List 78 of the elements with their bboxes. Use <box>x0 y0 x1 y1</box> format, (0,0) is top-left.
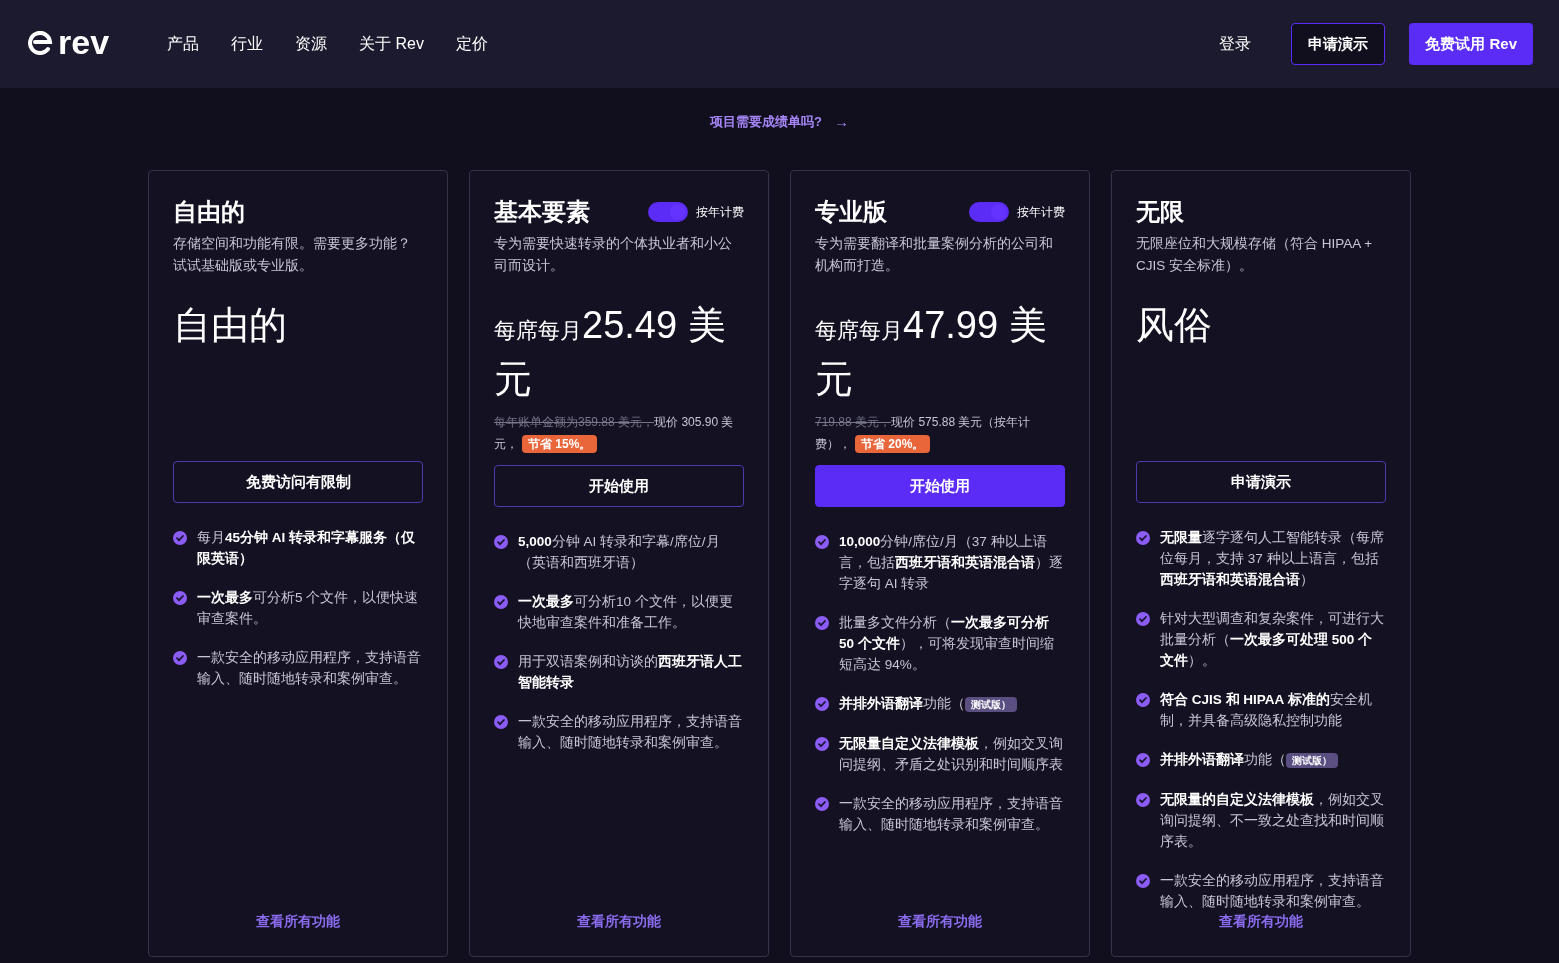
plan-button[interactable]: 申请演示 <box>1136 461 1386 503</box>
check-icon <box>1136 753 1150 767</box>
demo-button[interactable]: 申请演示 <box>1291 23 1386 65</box>
savings-tag: 节省 20%。 <box>855 435 931 453</box>
plan-name: 无限 <box>1136 197 1184 227</box>
check-icon <box>815 797 829 811</box>
check-icon <box>173 651 187 665</box>
feature-text: 一款安全的移动应用程序，支持语音输入、随时随地转录和案例审查。 <box>839 795 1064 834</box>
feature-text: 并排外语翻译功能（ 测试版） <box>839 693 1017 715</box>
nav-link[interactable]: 行业 <box>231 32 264 56</box>
feature-text: 无限量逐字逐句人工智能转录（每席位每月，支持 37 种以上语言，包括西班牙语和英语混合语） <box>1160 529 1385 589</box>
plan-price: 自由的 <box>173 303 288 348</box>
plan-button[interactable]: 开始使用 <box>494 465 744 507</box>
logo-icon <box>26 31 54 57</box>
feature-text: 一款安全的移动应用程序，支持语音输入、随时随地转录和案例审查。 <box>518 713 743 752</box>
plan-name: 专业版 <box>815 197 887 227</box>
see-features-link[interactable]: 查看所有功能 <box>577 912 661 933</box>
check-icon <box>494 655 508 669</box>
feature-text: 并排外语翻译功能（ 测试版） <box>1160 749 1338 771</box>
plan-name: 基本要素 <box>494 197 590 227</box>
check-icon <box>815 535 829 549</box>
plan-price: 风俗 <box>1136 303 1213 348</box>
nav-link[interactable]: 关于 Rev <box>359 32 424 56</box>
feature-text: 每月45分钟 AI 转录和字幕服务（仅限英语） <box>197 529 417 568</box>
check-icon <box>1136 793 1150 807</box>
plan-description: 专为需要翻译和批量案例分析的公司和机构而打造。 <box>815 235 1054 275</box>
see-features-link[interactable]: 查看所有功能 <box>1219 912 1303 933</box>
trial-button[interactable]: 免费试用 Rev <box>1409 23 1533 65</box>
price-note: 每年账单金额为359.88 美元，现价 305.90 美元， 节省 15%。 <box>494 414 735 455</box>
feature-text: 一款安全的移动应用程序，支持语音输入、随时随地转录和案例审查。 <box>1160 872 1385 911</box>
nav-link[interactable]: 产品 <box>167 32 200 56</box>
feature-text: 10,000分钟/席位/月（37 种以上语言，包括西班牙语和英语混合语）逐字逐句 AI 转录 <box>839 533 1064 593</box>
beta-tag: 测试版） <box>965 697 1017 712</box>
feature-text: 无限量的自定义法律模板，例如交叉询问提纲、不一致之处查找和时间顺序表。 <box>1160 791 1385 851</box>
see-features-link[interactable]: 查看所有功能 <box>898 912 982 933</box>
feature-text: 一次最多可分析5 个文件，以便快速审查案件。 <box>197 589 420 628</box>
check-icon <box>815 616 829 630</box>
toggle-label: 按年计费 <box>1017 204 1065 221</box>
feature-text: 5,000分钟 AI 转录和字幕/席位/月（英语和西班牙语） <box>518 533 721 572</box>
nav-link[interactable]: 定价 <box>455 32 488 56</box>
check-icon <box>1136 531 1150 545</box>
check-icon <box>1136 874 1150 888</box>
login-link[interactable]: 登录 <box>1219 32 1252 56</box>
check-icon <box>494 535 508 549</box>
check-icon <box>815 697 829 711</box>
arrow-icon: → <box>833 110 849 134</box>
feature-text: 无限量自定义法律模板，例如交叉询问提纲、矛盾之处识别和时间顺序表 <box>839 735 1064 774</box>
savings-tag: 节省 15%。 <box>522 435 598 453</box>
check-icon <box>494 595 508 609</box>
plan-button[interactable]: 开始使用 <box>815 465 1065 507</box>
plan-price: 每席每月 47.99 美元 <box>815 303 1048 402</box>
plan-button[interactable]: 免费访问有限制 <box>173 461 423 503</box>
price-note: 719.88 美元，现价 575.88 美元（按年计费）， 节省 20%。 <box>815 414 1032 455</box>
feature-text: 符合 CJIS 和 HIPAA 标准的安全机制，并具备高级隐私控制功能 <box>1160 691 1373 730</box>
plan-description: 无限座位和大规模存储（符合 HIPAA + CJIS 安全标准）。 <box>1136 235 1374 275</box>
check-icon <box>173 531 187 545</box>
feature-text: 针对大型调查和复杂案件，可进行大批量分析（一次最多可处理 500 个文件）。 <box>1160 610 1385 670</box>
nav-link[interactable]: 资源 <box>295 32 328 56</box>
billing-toggle[interactable] <box>969 202 1009 222</box>
plan-price: 每席每月 25.49 美元 <box>494 303 727 402</box>
check-icon <box>1136 612 1150 626</box>
check-icon <box>494 715 508 729</box>
plan-name: 自由的 <box>173 197 245 227</box>
notice-link[interactable]: 项目需要成绩单吗? <box>710 112 822 132</box>
feature-text: 一次最多可分析10 个文件，以便更快地审查案件和准备工作。 <box>518 593 734 632</box>
beta-tag: 测试版） <box>1286 753 1338 768</box>
feature-text: 用于双语案例和访谈的西班牙语人工智能转录 <box>518 653 743 692</box>
check-icon <box>1136 693 1150 707</box>
plan-description: 专为需要快速转录的个体执业者和小公司而设计。 <box>494 235 733 275</box>
feature-text: 一款安全的移动应用程序，支持语音输入、随时随地转录和案例审查。 <box>197 649 422 688</box>
check-icon <box>815 737 829 751</box>
toggle-label: 按年计费 <box>696 204 744 221</box>
check-icon <box>173 591 187 605</box>
plan-description: 存储空间和功能有限。需要更多功能？试试基础版或专业版。 <box>173 235 412 275</box>
logo-text: rev <box>58 25 110 59</box>
feature-text: 批量多文件分析（一次最多可分析 50 个文件），可将发现审查时间缩短高达 94%。 <box>839 614 1055 674</box>
see-features-link[interactable]: 查看所有功能 <box>256 912 340 933</box>
billing-toggle[interactable] <box>648 202 688 222</box>
